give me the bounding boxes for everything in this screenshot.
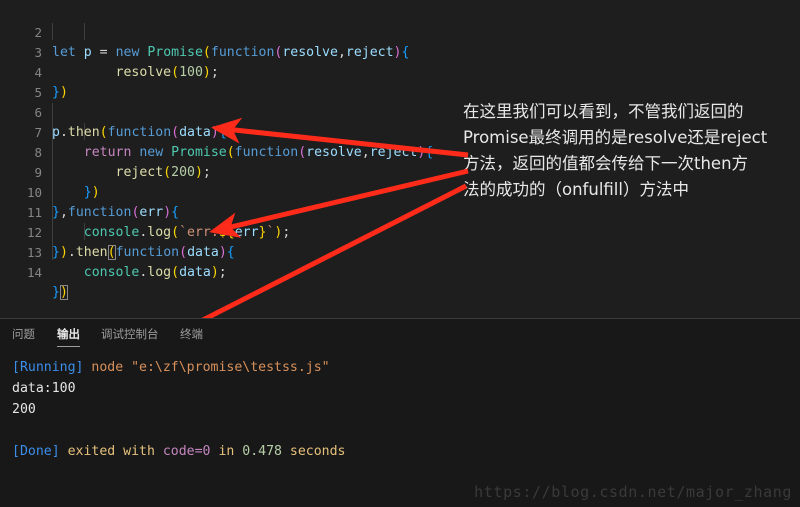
running-cmd: node: [83, 360, 132, 375]
vscode-window: 2 let p = new Promise(function(resolve,r…: [0, 0, 800, 507]
watermark: https://blog.csdn.net/major_zhang: [474, 483, 792, 501]
done-code: code=0: [162, 444, 211, 459]
annotation-text-block: 在这里我们可以看到，不管我们返回的 Promise最终调用的是resolve还是…: [463, 99, 799, 203]
panel-tab-bar: 问题 输出 调试控制台 终端: [0, 319, 800, 349]
annotation-line-3: 方法，返回的值都会传给下一次then方: [463, 154, 749, 173]
done-unit: seconds: [281, 444, 346, 459]
tab-output[interactable]: 输出: [57, 326, 80, 347]
code-line[interactable]: 13 console.log(data);: [0, 223, 800, 280]
code-line[interactable]: 5: [0, 63, 800, 100]
annotation-line-2: Promise最终调用的是resolve还是reject: [463, 128, 768, 147]
running-path: "e:\zf\promise\testss.js": [131, 360, 330, 375]
output-line-data: data:100: [12, 381, 76, 396]
tab-terminal[interactable]: 终端: [180, 326, 203, 342]
line-number: 14: [26, 265, 42, 280]
done-mid: exited with: [59, 444, 163, 459]
code-line-content: console.log(data);: [83, 265, 227, 280]
annotation-line-4: 法的成功的（onfulfill）方法中: [463, 180, 689, 199]
code-line[interactable]: 3 resolve(100);: [0, 23, 800, 80]
code-line[interactable]: 14 }): [0, 243, 800, 300]
code-line[interactable]: 2 let p = new Promise(function(resolve,r…: [0, 3, 800, 60]
output-line-done: [Done] exited with code=0 in 0.478 secon…: [12, 441, 346, 462]
output-line-value: 200: [12, 402, 36, 417]
done-time: 0.478: [242, 444, 282, 459]
code-line[interactable]: 12 }).then(function(data){: [0, 203, 800, 260]
annotation-line-1: 在这里我们可以看到，不管我们返回的: [463, 102, 744, 121]
tab-problems[interactable]: 问题: [12, 326, 35, 342]
done-in: in: [210, 444, 243, 459]
running-tag: [Running]: [12, 360, 84, 375]
tab-debug-console[interactable]: 调试控制台: [101, 326, 159, 342]
done-tag: [Done]: [12, 444, 60, 459]
code-line[interactable]: 4 }): [0, 43, 800, 100]
bottom-panel: 问题 输出 调试控制台 终端 [Running] node "e:\zf\pro…: [0, 319, 800, 507]
code-line-content: }): [52, 285, 68, 300]
output-line-running: [Running] node "e:\zf\promise\testss.js": [12, 357, 330, 378]
